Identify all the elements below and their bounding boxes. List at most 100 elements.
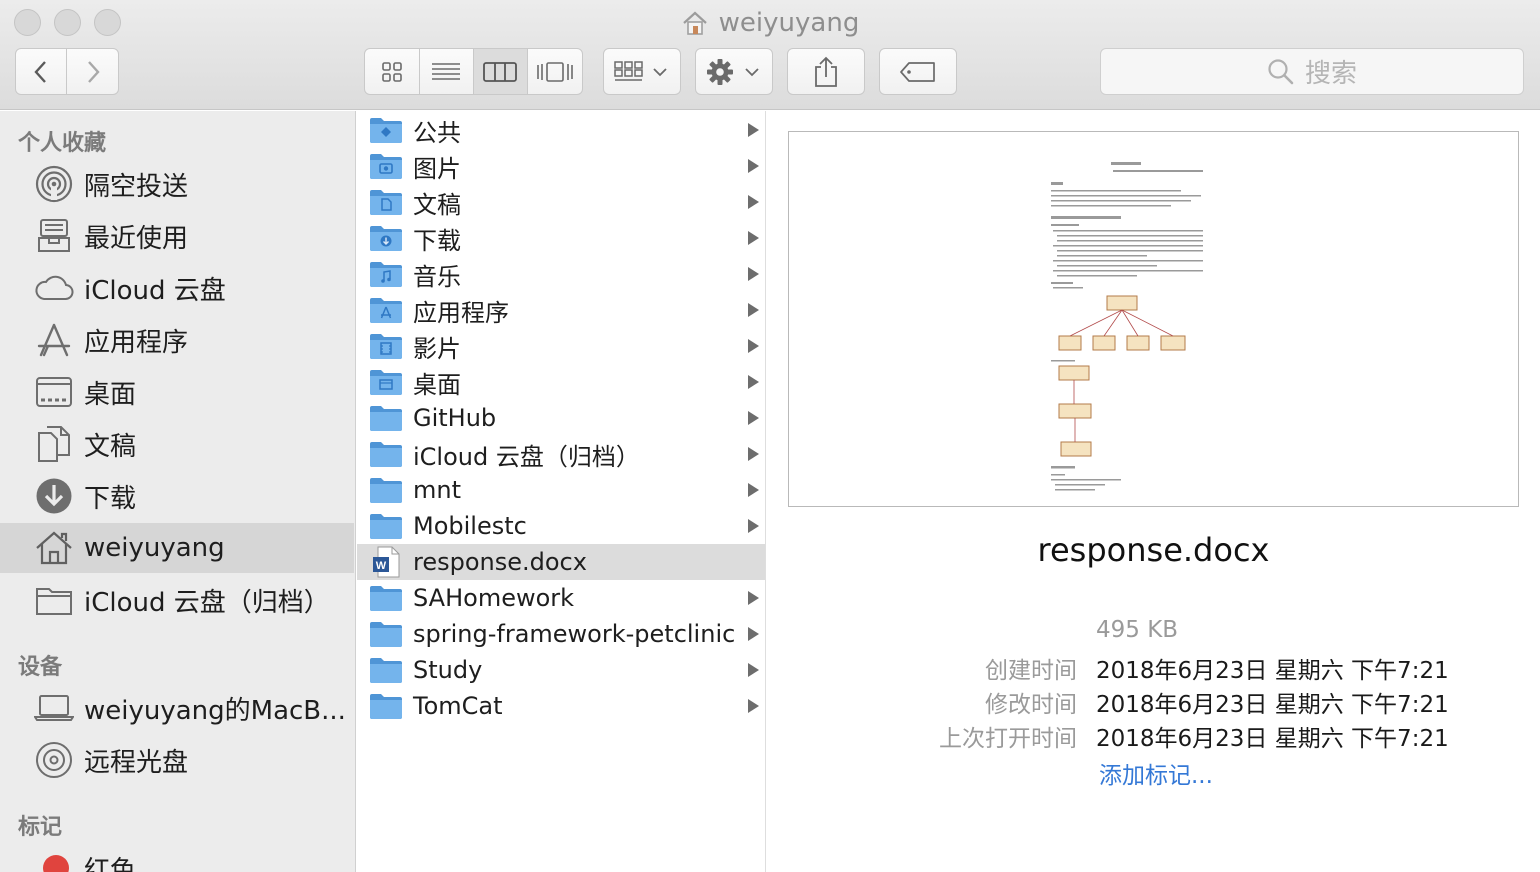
sidebar-item-label: 远程光盘 — [84, 747, 189, 778]
column-row[interactable]: 公共 — [357, 112, 765, 148]
created-value: 2018年6月23日 星期六 下午7:21 — [1096, 658, 1449, 684]
list-view-icon — [432, 62, 461, 80]
home-icon — [34, 528, 74, 568]
sidebar-item-documents[interactable]: 文稿 — [0, 419, 354, 469]
tag-icon — [900, 61, 935, 82]
desktop-folder-icon — [369, 367, 403, 397]
sidebar-item-icloud-archive[interactable]: iCloud 云盘（归档） — [0, 575, 354, 625]
word-document-icon: W — [369, 546, 403, 578]
column-row-label: TomCat — [413, 692, 503, 720]
icloud-icon — [34, 268, 74, 308]
list-view-button[interactable] — [420, 49, 474, 94]
forward-button[interactable] — [67, 49, 118, 94]
column-row[interactable]: mnt — [357, 472, 765, 508]
file-size: 495 KB — [1096, 617, 1179, 643]
column-row[interactable]: SAHomework — [357, 580, 765, 616]
share-button[interactable] — [787, 48, 865, 95]
action-menu-button[interactable] — [695, 48, 773, 95]
edit-tags-button[interactable] — [879, 48, 957, 95]
column-row[interactable]: Wresponse.docx — [357, 544, 765, 580]
last-opened-value: 2018年6月23日 星期六 下午7:21 — [1096, 726, 1449, 752]
column-row[interactable]: 文稿 — [357, 184, 765, 220]
search-icon — [1268, 58, 1294, 84]
column-row-label: SAHomework — [413, 584, 575, 612]
disclosure-arrow-icon — [748, 483, 759, 497]
column-row[interactable]: Mobilestc — [357, 508, 765, 544]
column-row-label: 图片 — [413, 154, 461, 183]
search-field[interactable]: 搜索 — [1100, 48, 1524, 95]
disclosure-arrow-icon — [748, 663, 759, 677]
sidebar-item-label: 下载 — [84, 483, 137, 514]
sidebar-item-airdrop[interactable]: 隔空投送 — [0, 159, 354, 209]
sidebar-item-tag-red[interactable]: 红色 — [0, 843, 354, 872]
documents-icon — [34, 424, 74, 464]
column-row-label: 公共 — [413, 118, 461, 147]
column-row-label: 影片 — [413, 334, 461, 363]
document-thumbnail[interactable] — [788, 131, 1519, 507]
sidebar-item-desktop[interactable]: 桌面 — [0, 367, 354, 417]
disclosure-arrow-icon — [748, 303, 759, 317]
folder-icon — [369, 439, 403, 469]
column-row[interactable]: Study — [357, 652, 765, 688]
home-icon — [682, 11, 707, 35]
desktop-icon — [34, 372, 74, 412]
column-row[interactable]: 音乐 — [357, 256, 765, 292]
tags-header: 标记 — [18, 815, 63, 840]
disc-icon — [34, 740, 74, 780]
column-row-label: 文稿 — [413, 190, 461, 219]
sidebar-item-macbook[interactable]: weiyuyang的MacB... — [0, 683, 354, 733]
column-row[interactable]: 图片 — [357, 148, 765, 184]
sidebar-item-home[interactable]: weiyuyang — [0, 523, 354, 573]
disclosure-arrow-icon — [748, 411, 759, 425]
sidebar-item-label: iCloud 云盘（归档） — [84, 587, 330, 618]
column-row[interactable]: 桌面 — [357, 364, 765, 400]
disclosure-arrow-icon — [748, 123, 759, 137]
back-button[interactable] — [16, 49, 68, 94]
sidebar-item-label: 应用程序 — [84, 327, 189, 358]
cover-flow-view-icon — [536, 61, 573, 82]
disclosure-arrow-icon — [748, 231, 759, 245]
folder-icon — [34, 580, 74, 620]
share-icon — [815, 56, 837, 87]
column-row-label: GitHub — [413, 404, 497, 432]
sidebar-item-icloud-drive[interactable]: iCloud 云盘 — [0, 263, 354, 313]
search-placeholder: 搜索 — [1304, 59, 1357, 89]
folder-icon — [369, 403, 403, 433]
last-opened-label: 上次打开时间 — [939, 726, 1077, 752]
icon-view-icon — [381, 61, 402, 82]
chevron-left-icon — [34, 60, 46, 83]
preview-pane: response.docx 495 KB 创建时间 2018年6月23日 星期六… — [767, 111, 1540, 872]
modified-row: 修改时间 2018年6月23日 星期六 下午7:21 — [767, 685, 1540, 718]
disclosure-arrow-icon — [748, 375, 759, 389]
sidebar-item-downloads[interactable]: 下载 — [0, 471, 354, 521]
recents-icon — [34, 216, 74, 256]
column-row-label: 音乐 — [413, 262, 461, 291]
sidebar-item-recents[interactable]: 最近使用 — [0, 211, 354, 261]
column-row[interactable]: 影片 — [357, 328, 765, 364]
preview-filename: response.docx — [1037, 531, 1270, 569]
add-tags-link[interactable]: 添加标记... — [1099, 756, 1213, 790]
column-row[interactable]: GitHub — [357, 400, 765, 436]
column-row-label: 桌面 — [413, 370, 461, 399]
navigation-buttons — [15, 48, 119, 95]
window-title: weiyuyang — [0, 6, 1540, 40]
column-view-button[interactable] — [474, 49, 528, 94]
cover-flow-view-button[interactable] — [528, 49, 582, 94]
sidebar-item-applications[interactable]: 应用程序 — [0, 315, 354, 365]
column-row[interactable]: TomCat — [357, 688, 765, 724]
chevron-right-icon — [87, 60, 100, 83]
sidebar-item-remote-disc[interactable]: 远程光盘 — [0, 735, 354, 785]
movies-folder-icon — [369, 331, 403, 361]
sidebar-item-label: weiyuyang — [84, 533, 225, 563]
group-by-button[interactable] — [603, 48, 681, 95]
column-row-label: Study — [413, 656, 483, 684]
column-row[interactable]: 应用程序 — [357, 292, 765, 328]
icon-view-button[interactable] — [365, 49, 420, 94]
column-row[interactable]: iCloud 云盘（归档） — [357, 436, 765, 472]
column-row[interactable]: 下载 — [357, 220, 765, 256]
column-row-label: 下载 — [413, 226, 461, 255]
column-row-label: spring-framework-petclinic — [413, 620, 736, 648]
sidebar: 个人收藏 隔空投送 最近使用 iCloud 云盘 应用程序 桌面 文稿 下载 w… — [0, 111, 356, 872]
column-row[interactable]: spring-framework-petclinic — [357, 616, 765, 652]
sidebar-item-label: 最近使用 — [84, 223, 189, 254]
